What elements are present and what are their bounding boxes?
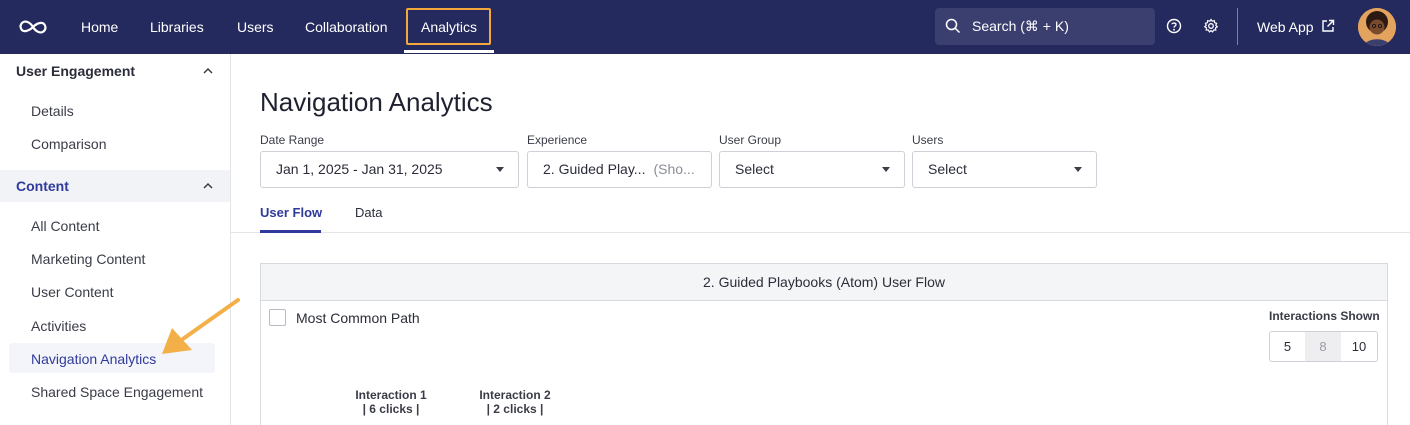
interaction-title: Interaction 2 (479, 388, 551, 402)
most-common-path-label: Most Common Path (296, 310, 420, 326)
user-flow-panel: 2. Guided Playbooks (Atom) User Flow Mos… (260, 263, 1388, 425)
tab-user-flow[interactable]: User Flow (260, 204, 322, 222)
users-label: Users (912, 133, 944, 147)
nav-home[interactable]: Home (81, 0, 118, 54)
chevron-up-icon[interactable] (202, 66, 214, 76)
sidebar-item-shared-space-engagement[interactable]: Shared Space Engagement (31, 382, 203, 402)
interaction-clicks: | 2 clicks | (486, 402, 544, 416)
sidebar-section-user-engagement[interactable]: User Engagement (0, 55, 230, 87)
panel-title: 2. Guided Playbooks (Atom) User Flow (261, 264, 1387, 301)
tab-active-underline (260, 230, 321, 233)
avatar-image (1358, 8, 1396, 46)
sidebar-section-content[interactable]: Content (0, 170, 230, 202)
experience-label: Experience (527, 133, 588, 147)
interaction-1-header: Interaction 1 | 6 clicks | (351, 388, 431, 416)
sidebar-item-user-content[interactable]: User Content (31, 282, 113, 302)
nav-libraries[interactable]: Libraries (150, 0, 204, 54)
experience-value: 2. Guided Play... (543, 161, 646, 177)
nav-collaboration[interactable]: Collaboration (305, 0, 388, 54)
user-group-label: User Group (719, 133, 782, 147)
date-range-select[interactable]: Jan 1, 2025 - Jan 31, 2025 (260, 151, 519, 188)
interactions-option-8[interactable]: 8 (1305, 331, 1342, 362)
sidebar-section-title: Content (16, 178, 69, 194)
tabs-divider (231, 232, 1410, 233)
search-icon (945, 18, 961, 34)
logo-icon[interactable] (17, 17, 49, 37)
caret-down-icon (882, 167, 890, 172)
web-app-link[interactable]: Web App (1257, 0, 1314, 54)
search-input[interactable]: Search (⌘ + K) (972, 8, 1069, 45)
date-range-label: Date Range (260, 133, 325, 147)
sidebar-item-comparison[interactable]: Comparison (31, 134, 106, 154)
topbar-divider (1237, 8, 1238, 45)
experience-select[interactable]: 2. Guided Play... (Sho... (527, 151, 712, 188)
sidebar-item-details[interactable]: Details (31, 101, 74, 121)
interaction-2-header: Interaction 2 | 2 clicks | (475, 388, 555, 416)
gear-icon[interactable] (1203, 18, 1219, 34)
sidebar-item-activities[interactable]: Activities (31, 316, 86, 336)
nav-users[interactable]: Users (237, 0, 274, 54)
sidebar: User Engagement Details Comparison Conte… (0, 54, 231, 425)
experience-hint: (Sho... (653, 161, 695, 177)
search-box[interactable]: Search (⌘ + K) (935, 8, 1155, 45)
annotation-arrow-icon (162, 298, 240, 354)
date-range-value: Jan 1, 2025 - Jan 31, 2025 (276, 161, 443, 177)
sidebar-item-marketing-content[interactable]: Marketing Content (31, 249, 145, 269)
sidebar-section-title: User Engagement (16, 63, 136, 79)
chevron-up-icon[interactable] (202, 181, 214, 191)
help-icon[interactable] (1166, 18, 1182, 34)
sidebar-item-navigation-analytics[interactable]: Navigation Analytics (31, 349, 156, 369)
users-value: Select (928, 161, 967, 177)
nav-analytics[interactable]: Analytics (421, 0, 477, 54)
page-title: Navigation Analytics (260, 87, 493, 117)
interactions-option-5[interactable]: 5 (1269, 331, 1306, 362)
tab-data[interactable]: Data (355, 204, 382, 222)
user-group-value: Select (735, 161, 774, 177)
most-common-path-checkbox[interactable] (269, 309, 286, 326)
interaction-title: Interaction 1 (355, 388, 427, 402)
interactions-shown-label: Interactions Shown (1269, 309, 1380, 323)
caret-down-icon (496, 167, 504, 172)
interaction-clicks: | 6 clicks | (362, 402, 420, 416)
interactions-option-10[interactable]: 10 (1341, 331, 1378, 362)
users-select[interactable]: Select (912, 151, 1097, 188)
avatar[interactable] (1358, 8, 1396, 46)
caret-down-icon (1074, 167, 1082, 172)
nav-active-underline (404, 50, 494, 53)
top-navigation-bar: Home Libraries Users Collaboration Analy… (0, 0, 1410, 54)
user-group-select[interactable]: Select (719, 151, 905, 188)
sidebar-item-all-content[interactable]: All Content (31, 216, 99, 236)
external-link-icon[interactable] (1321, 19, 1335, 33)
